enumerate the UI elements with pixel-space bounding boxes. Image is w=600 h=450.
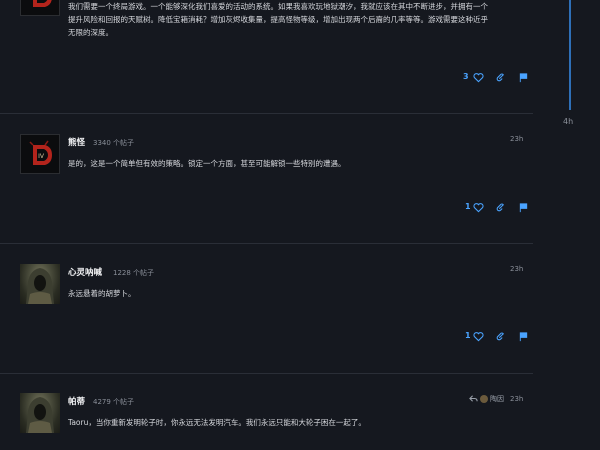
post-timestamp[interactable]: 23h: [510, 395, 523, 403]
heart-icon[interactable]: [473, 331, 484, 342]
post-body: 我们需要一个终局游戏。一个能够深化我们喜爱的活动的系统。如果我喜欢玩地狱潮汐，我…: [68, 0, 528, 39]
timeline-label: 4h: [563, 117, 574, 126]
diablo-iv-logo-icon: [33, 0, 52, 7]
post-count: 4279 个帖子: [93, 398, 135, 406]
post-body-line: 无限的深度。: [68, 28, 113, 37]
reply-to-username: 陶因: [490, 395, 504, 403]
timeline-scrollbar[interactable]: [569, 0, 571, 110]
post-divider: [0, 373, 533, 374]
post-timestamp[interactable]: 23h: [510, 135, 523, 143]
post-body-line: 提升风险和回报的天赋树。降低宝箱消耗？增加灰烬收集量，提高怪物等级，增加出现两个…: [68, 15, 488, 24]
avatar[interactable]: [20, 0, 60, 16]
post-divider: [0, 243, 533, 244]
svg-text:IV: IV: [38, 153, 45, 160]
post-body: 是的，这是一个简单但有效的策略。锁定一个方面，甚至可能解锁一些特别的遭遇。: [68, 159, 346, 168]
diablo-iv-logo-icon: IV: [29, 140, 52, 165]
avatar[interactable]: IV: [20, 134, 60, 174]
like-count[interactable]: 1: [465, 202, 471, 211]
username[interactable]: 心灵呐喊: [68, 266, 102, 278]
like-count[interactable]: 3: [463, 72, 469, 81]
username[interactable]: 帕蒂: [68, 395, 85, 407]
heart-icon[interactable]: [473, 72, 484, 83]
username[interactable]: 熊怪: [68, 136, 85, 148]
post-count: 3340 个帖子: [93, 139, 135, 147]
link-icon[interactable]: [495, 202, 506, 213]
topic-page: 4h 我们需要一个终局游戏。一个能够深化我们喜爱的活动的系统。如果我喜欢玩地狱潮…: [0, 0, 600, 450]
post-actions: 3: [460, 71, 535, 85]
post-count: 1228 个帖子: [113, 269, 155, 277]
hooded-figure-icon: [26, 397, 54, 433]
post-divider: [0, 113, 533, 114]
flag-icon[interactable]: [518, 331, 529, 342]
link-icon[interactable]: [495, 331, 506, 342]
post-body: Taoru，当你重新发明轮子时，你永远无法发明汽车。我们永远只能和大轮子困在一起…: [68, 418, 366, 427]
reply-arrow-icon: [469, 395, 478, 402]
post-timestamp[interactable]: 23h: [510, 265, 523, 273]
avatar[interactable]: [20, 393, 60, 433]
post-body-line: 我们需要一个终局游戏。一个能够深化我们喜爱的活动的系统。如果我喜欢玩地狱潮汐，我…: [68, 2, 488, 11]
link-icon[interactable]: [495, 72, 506, 83]
post-body: 永远悬着的胡萝卜。: [68, 289, 136, 298]
heart-icon[interactable]: [473, 202, 484, 213]
hooded-figure-icon: [26, 268, 54, 304]
post-actions: 1: [460, 201, 535, 215]
avatar[interactable]: [20, 264, 60, 304]
like-count[interactable]: 1: [465, 331, 471, 340]
post-actions: 1: [460, 330, 535, 344]
flag-icon[interactable]: [518, 202, 529, 213]
flag-icon[interactable]: [518, 72, 529, 83]
reply-avatar-icon: [480, 395, 488, 403]
